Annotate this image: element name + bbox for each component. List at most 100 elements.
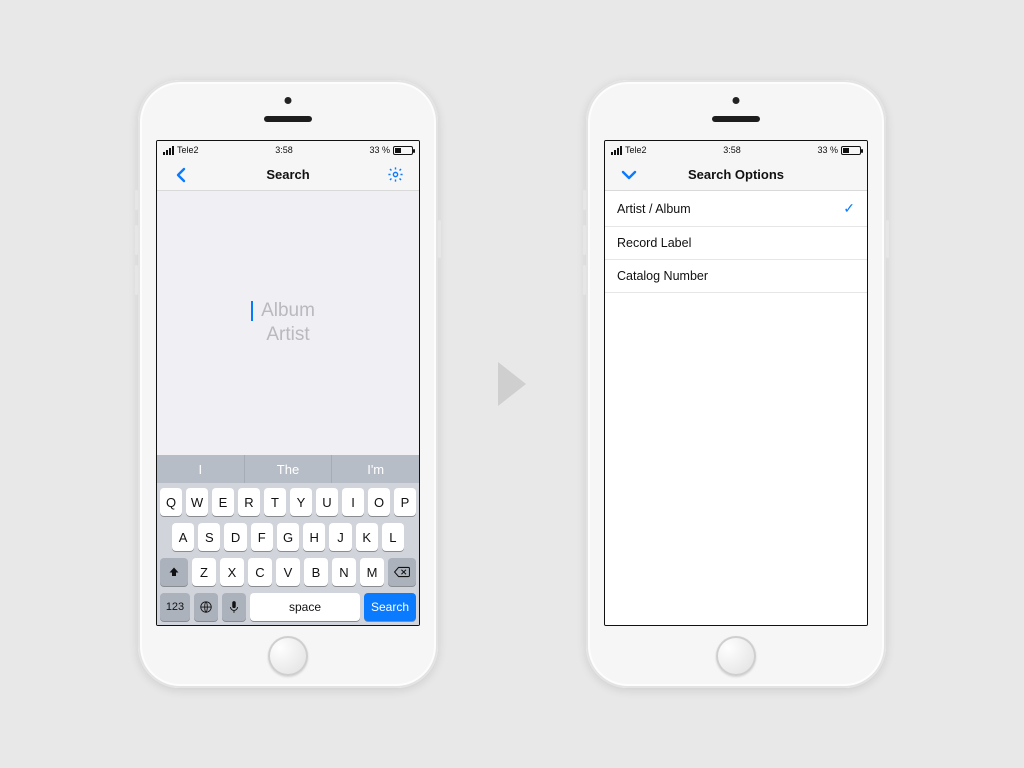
key-o[interactable]: O	[368, 488, 390, 516]
search-key[interactable]: Search	[364, 593, 416, 621]
backspace-icon	[394, 566, 410, 578]
key-m[interactable]: M	[360, 558, 384, 586]
key-n[interactable]: N	[332, 558, 356, 586]
search-content: Album Artist I The I'm QWERTYUIOP ASDFGH…	[157, 191, 419, 625]
signal-icon	[163, 146, 174, 155]
nav-bar: Search Options	[605, 159, 867, 191]
nav-bar: Search	[157, 159, 419, 191]
battery-icon	[841, 146, 861, 155]
key-w[interactable]: W	[186, 488, 208, 516]
options-content: Artist / Album ✓ Record Label Catalog Numbe…	[605, 191, 867, 625]
mute-switch	[583, 190, 586, 210]
key-i[interactable]: I	[342, 488, 364, 516]
key-d[interactable]: D	[224, 523, 246, 551]
carrier-label: Tele2	[177, 145, 199, 155]
key-s[interactable]: S	[198, 523, 220, 551]
prediction-0[interactable]: I	[157, 455, 245, 483]
status-bar: Tele2 3:58 33 %	[157, 141, 419, 159]
prediction-2[interactable]: I'm	[332, 455, 419, 483]
keyboard-row-1: QWERTYUIOP	[160, 488, 416, 516]
volume-down	[583, 265, 586, 295]
nav-title: Search Options	[643, 167, 829, 182]
prediction-1[interactable]: The	[245, 455, 333, 483]
globe-icon	[199, 600, 213, 614]
keyboard-row-3: ZXCVBNM	[160, 558, 416, 586]
key-l[interactable]: L	[382, 523, 404, 551]
key-p[interactable]: P	[394, 488, 416, 516]
power-button	[886, 220, 889, 258]
status-time: 3:58	[275, 145, 293, 155]
home-button[interactable]	[268, 636, 308, 676]
nav-title: Search	[195, 167, 381, 182]
key-c[interactable]: C	[248, 558, 272, 586]
key-k[interactable]: K	[356, 523, 378, 551]
volume-up	[583, 225, 586, 255]
key-f[interactable]: F	[251, 523, 273, 551]
search-inputs: Album Artist	[157, 191, 419, 455]
gear-icon	[387, 166, 404, 183]
dismiss-button[interactable]	[615, 169, 643, 181]
signal-icon	[611, 146, 622, 155]
key-h[interactable]: H	[303, 523, 325, 551]
key-q[interactable]: Q	[160, 488, 182, 516]
artist-input[interactable]: Artist	[253, 324, 323, 346]
stage: Tele2 3:58 33 % Search	[0, 0, 1024, 768]
carrier-label: Tele2	[625, 145, 647, 155]
key-t[interactable]: T	[264, 488, 286, 516]
option-label: Artist / Album	[617, 202, 691, 216]
volume-up	[135, 225, 138, 255]
predictive-bar: I The I'm	[157, 455, 419, 483]
screen-right: Tele2 3:58 33 % Search Options Artist / …	[604, 140, 868, 626]
checkmark-icon: ✓	[843, 200, 855, 217]
settings-button[interactable]	[381, 166, 409, 183]
option-row-2[interactable]: Catalog Number	[605, 260, 867, 293]
battery-pct: 33 %	[817, 145, 838, 155]
backspace-key[interactable]	[388, 558, 416, 586]
phone-speaker	[712, 116, 760, 122]
mic-key[interactable]	[222, 593, 246, 621]
numbers-key[interactable]: 123	[160, 593, 190, 621]
chevron-down-icon	[621, 169, 637, 181]
volume-down	[135, 265, 138, 295]
keyboard: QWERTYUIOP ASDFGHJKL ZXCVBNM 123	[157, 483, 419, 625]
keyboard-row-2: ASDFGHJKL	[160, 523, 416, 551]
phone-speaker	[264, 116, 312, 122]
status-time: 3:58	[723, 145, 741, 155]
phone-right: Tele2 3:58 33 % Search Options Artist / …	[586, 80, 886, 688]
battery-pct: 33 %	[369, 145, 390, 155]
option-row-1[interactable]: Record Label	[605, 227, 867, 260]
option-row-0[interactable]: Artist / Album ✓	[605, 191, 867, 227]
phone-camera	[285, 97, 292, 104]
album-input[interactable]: Album	[253, 300, 323, 322]
key-a[interactable]: A	[172, 523, 194, 551]
power-button	[438, 220, 441, 258]
key-e[interactable]: E	[212, 488, 234, 516]
key-v[interactable]: V	[276, 558, 300, 586]
phone-left: Tele2 3:58 33 % Search	[138, 80, 438, 688]
keyboard-row-4: 123 space Search	[160, 593, 416, 621]
shift-icon	[168, 566, 180, 578]
option-label: Catalog Number	[617, 269, 708, 283]
space-key[interactable]: space	[250, 593, 360, 621]
chevron-left-icon	[175, 167, 187, 183]
key-b[interactable]: B	[304, 558, 328, 586]
key-x[interactable]: X	[220, 558, 244, 586]
key-y[interactable]: Y	[290, 488, 312, 516]
key-u[interactable]: U	[316, 488, 338, 516]
battery-icon	[393, 146, 413, 155]
globe-key[interactable]	[194, 593, 218, 621]
phone-camera	[733, 97, 740, 104]
key-g[interactable]: G	[277, 523, 299, 551]
key-z[interactable]: Z	[192, 558, 216, 586]
shift-key[interactable]	[160, 558, 188, 586]
home-button[interactable]	[716, 636, 756, 676]
option-label: Record Label	[617, 236, 691, 250]
back-button[interactable]	[167, 167, 195, 183]
mic-icon	[229, 600, 239, 614]
options-list: Artist / Album ✓ Record Label Catalog Numbe…	[605, 191, 867, 293]
mute-switch	[135, 190, 138, 210]
status-bar: Tele2 3:58 33 %	[605, 141, 867, 159]
key-j[interactable]: J	[329, 523, 351, 551]
arrow-right-icon	[498, 362, 526, 406]
key-r[interactable]: R	[238, 488, 260, 516]
